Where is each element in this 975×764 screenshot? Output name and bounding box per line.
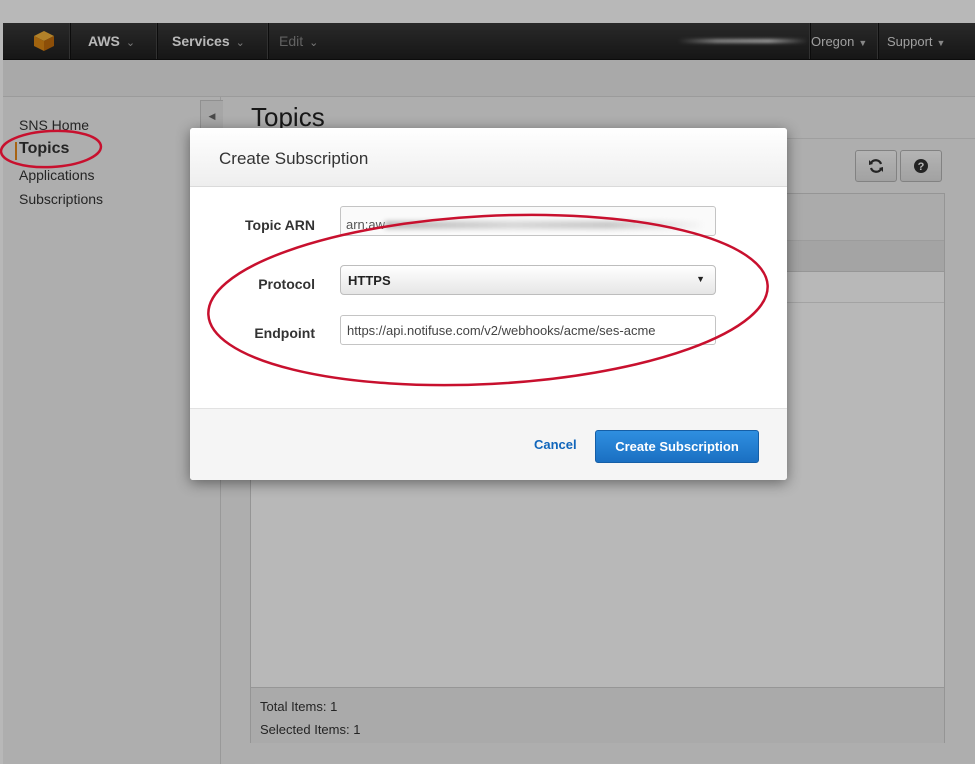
topic-arn-value: arn:aw [346,217,386,232]
dialog-footer: Cancel Create Subscription [190,408,787,480]
protocol-select[interactable]: HTTPS ▼ [340,265,716,295]
endpoint-input[interactable] [340,315,716,345]
caret-down-icon: ▼ [696,274,705,284]
dialog-title: Create Subscription [219,149,369,168]
dialog-header: Create Subscription [190,128,787,187]
create-subscription-button[interactable]: Create Subscription [595,430,759,463]
protocol-label: Protocol [258,276,315,292]
endpoint-label: Endpoint [254,325,315,341]
protocol-selected-value: HTTPS [348,273,391,288]
topic-arn-label: Topic ARN [245,217,315,233]
cancel-button[interactable]: Cancel [534,437,577,452]
topic-arn-redacted [385,221,705,229]
create-subscription-dialog: Create Subscription Topic ARN arn:aw Pro… [190,128,787,480]
